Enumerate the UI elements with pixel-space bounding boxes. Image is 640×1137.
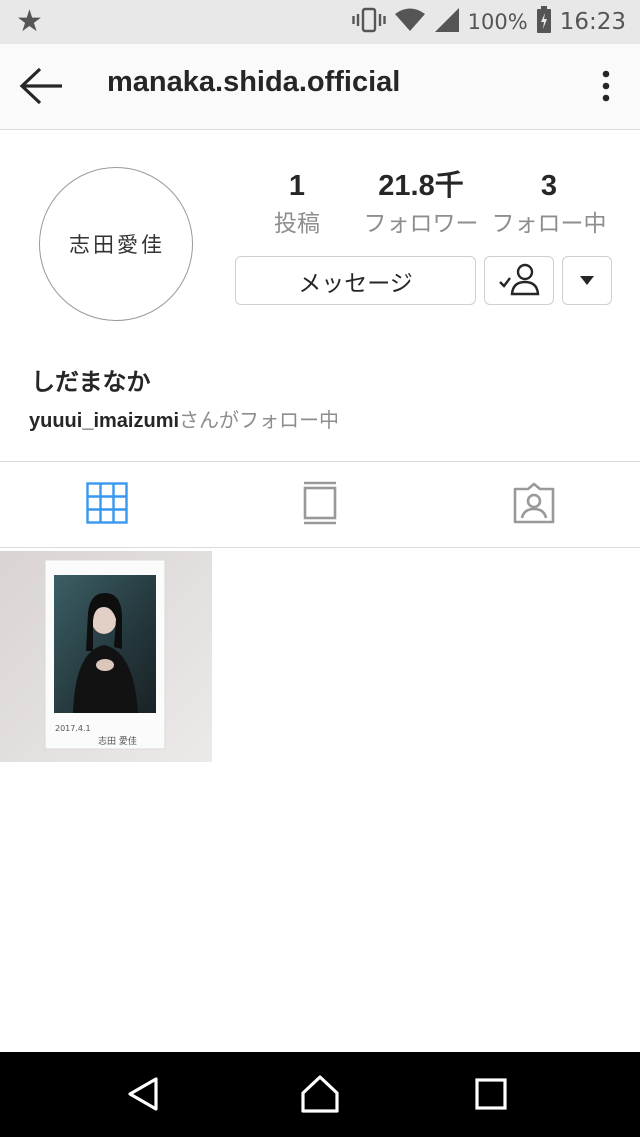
suggestions-dropdown-button[interactable] (562, 256, 612, 305)
back-arrow-icon[interactable] (18, 64, 66, 108)
wifi-icon (394, 7, 426, 37)
battery-icon (536, 6, 552, 38)
followed-by[interactable]: yuuui_imaizumiさんがフォロー中 (29, 404, 339, 433)
post-caption-date: 2017.4.1 (55, 724, 91, 733)
message-button[interactable]: メッセージ (235, 256, 476, 305)
page-title: manaka.shida.official (107, 66, 401, 98)
profile-tab-bar (0, 461, 640, 548)
message-button-label: メッセージ (298, 270, 413, 297)
avatar[interactable]: 志田愛佳 (39, 167, 193, 321)
post-image: 2017.4.1 志田 愛佳 (0, 551, 212, 762)
stat-followers-value: 21.8千 (378, 170, 464, 202)
followed-by-user[interactable]: yuuui_imaizumi (29, 410, 179, 432)
display-name: しだまなか (31, 368, 151, 396)
avatar-signature-text: 志田愛佳 (69, 233, 165, 257)
stat-followers[interactable]: 21.8千 フォロワー (358, 168, 484, 244)
vibrate-icon (351, 7, 386, 37)
nav-back-icon[interactable] (118, 1072, 166, 1116)
status-icons: 100% 16:23 (351, 0, 626, 44)
stat-followers-label: フォロワー (363, 211, 479, 237)
tab-grid[interactable] (0, 462, 213, 548)
followed-by-suffix: さんがフォロー中 (179, 408, 340, 432)
following-button[interactable] (484, 256, 554, 305)
app-header: manaka.shida.official (0, 44, 640, 130)
nav-recents-icon[interactable] (466, 1072, 514, 1116)
grid-icon (85, 482, 128, 528)
tab-tagged[interactable] (427, 462, 640, 548)
signal-icon (434, 7, 460, 37)
stat-following-label: フォロー中 (491, 211, 607, 237)
battery-percent: 100% (467, 10, 528, 34)
post-thumbnail[interactable]: 2017.4.1 志田 愛佳 (0, 551, 212, 762)
stat-posts-value: 1 (288, 170, 306, 202)
more-vertical-icon[interactable] (592, 66, 620, 106)
star-icon: ★ (16, 4, 43, 39)
follow-check-icon (497, 262, 541, 300)
clock: 16:23 (559, 9, 626, 35)
system-nav-bar (0, 1052, 640, 1137)
stat-following[interactable]: 3 フォロー中 (487, 168, 611, 244)
avatar-signature: 志田愛佳 (69, 233, 165, 257)
list-icon (302, 481, 338, 529)
stat-posts[interactable]: 1 投稿 (262, 168, 332, 244)
nav-home-icon[interactable] (296, 1072, 344, 1116)
tagged-icon (512, 482, 556, 528)
stat-posts-label: 投稿 (274, 211, 320, 237)
stat-following-value: 3 (540, 170, 558, 202)
status-bar: ★ 100% 16:23 (0, 0, 640, 44)
tab-feed[interactable] (213, 462, 426, 548)
dropdown-arrow-icon (579, 271, 595, 290)
post-caption-name: 志田 愛佳 (98, 735, 137, 747)
